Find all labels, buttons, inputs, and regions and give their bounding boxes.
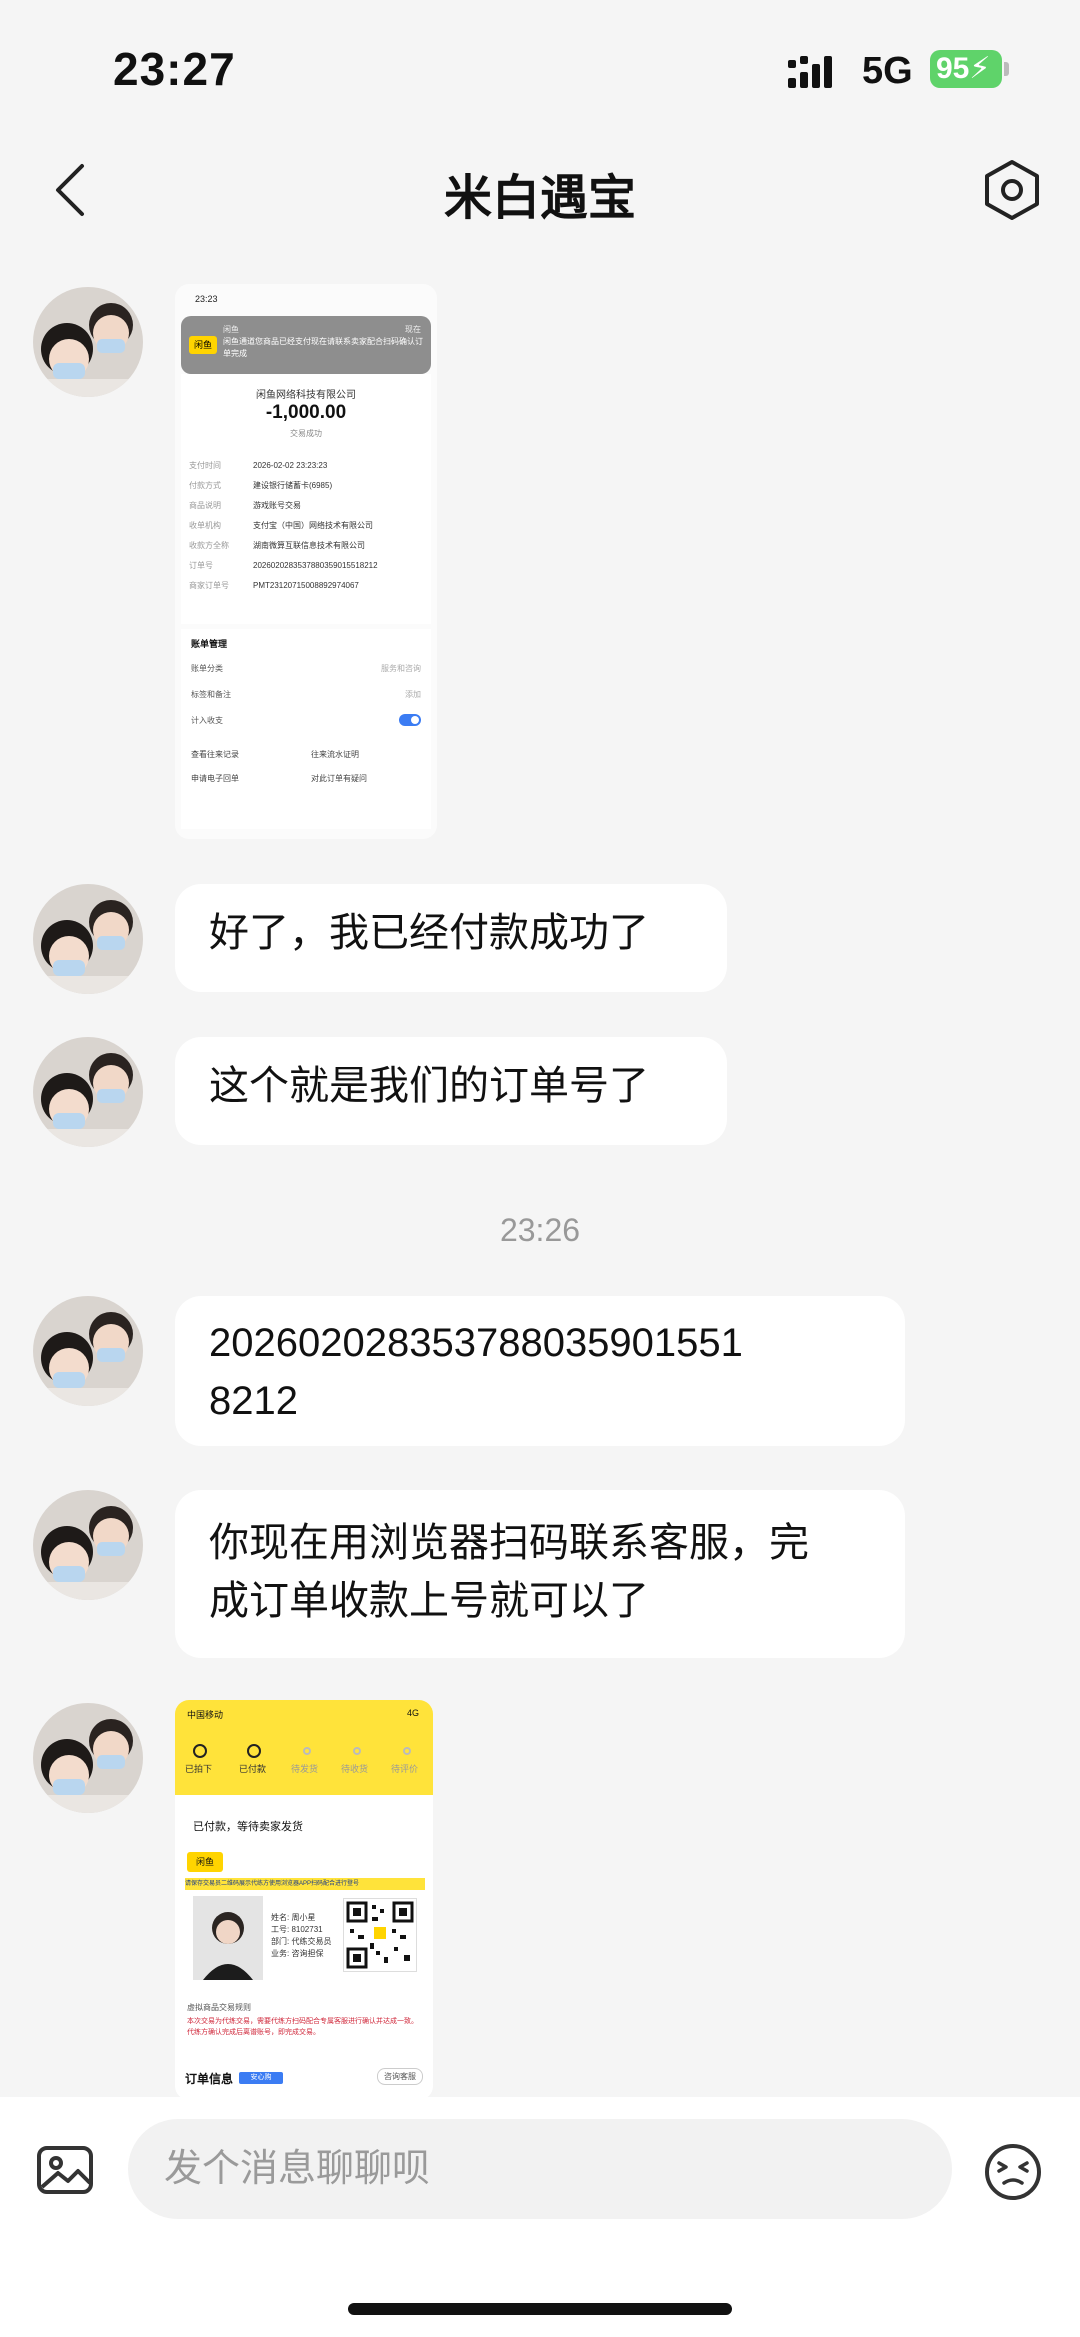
chat-header: 米白遇宝 [0,140,1080,240]
avatar-photo [33,884,143,994]
contact-avatar[interactable] [33,884,143,994]
receipt-row: 收单机构 支付宝（中国）网络技术有限公司 [189,521,373,530]
network-type: 5G [862,50,913,92]
bill-management-card: 账单管理 账单分类 服务和咨询 标签和备注 添加 计入收支 查看往来记录 往来流水证… [181,629,431,829]
qr-code-icon [343,1898,417,1972]
battery-indicator: 95⚡ [930,50,1002,88]
receipt-link: 往来流水证明 [311,750,359,759]
settings-hexagon-icon[interactable] [982,158,1042,222]
order-number-line: 8212 [209,1379,298,1423]
order-network: 4G [406,1708,419,1718]
avatar-photo [33,1037,143,1147]
message-bubble[interactable]: 你现在用浏览器扫码联系客服，完 成订单收款上号就可以了 [175,1490,905,1658]
contact-avatar[interactable] [33,287,143,397]
notification-time: 现在 [405,325,421,334]
notification-app: 闲鱼 [223,325,239,334]
cellular-signal-icon [788,56,832,88]
message-input[interactable] [128,2119,952,2219]
avatar-photo [33,1296,143,1406]
tags-row: 标签和备注 添加 [191,690,421,699]
receipt-row: 商家订单号 PMT23120715008892974067 [189,581,359,590]
image-picker-icon[interactable] [34,2139,96,2201]
toggle-switch [399,714,421,726]
step-dot-icon [353,1747,361,1755]
receipt-amount: -1,000.00 [265,402,347,423]
order-consult-button: 咨询客服 [377,2068,423,2085]
order-paid-status: 已付款，等待卖家发货 [181,1808,427,1846]
payment-receipt-image[interactable]: 23:23 闲鱼 闲鱼 现在 闲鱼通道您商品已经支付现在请联系卖家配合扫码确认订… [175,284,437,839]
agent-photo [193,1896,263,1980]
charging-icon: ⚡ [969,52,991,85]
order-yellow-header: 中国移动 4G 已拍下 已付款 待发货 待收货 待评价 [175,1700,433,1795]
step-dot-icon [303,1747,311,1755]
contact-avatar[interactable] [33,1703,143,1813]
contact-avatar[interactable] [33,1490,143,1600]
receipt-notification: 闲鱼 闲鱼 现在 闲鱼通道您商品已经支付现在请联系卖家配合扫码确认订单完成 [181,316,431,374]
receipt-link: 申请电子回单 [191,774,239,783]
step-check-icon [247,1744,261,1758]
receipt-rows: 支付时间 2026-02-02 23:23:23 付款方式 建设银行储蓄卡(6985… [189,456,429,596]
order-step: 待评价 [391,1764,419,1774]
xianyu-logo: 闲鱼 [189,336,217,354]
receipt-row: 订单号 2026020283537880359015518212 [189,561,378,570]
order-step: 待发货 [291,1764,319,1774]
contact-avatar[interactable] [33,1037,143,1147]
bill-management-title: 账单管理 [191,639,228,649]
rules-text: 本次交易为代练交易，需要代练方扫码配合专属客服进行确认并达成一致。代练方确认完成… [187,2018,418,2036]
receipt-link: 查看往来记录 [191,750,239,759]
status-time: 23:27 [113,43,236,95]
contact-avatar[interactable] [33,1296,143,1406]
message-timestamp: 23:26 [499,1212,581,1248]
order-carrier: 中国移动 [187,1710,224,1720]
battery-cap [1004,62,1009,76]
order-tag: 安心购 [239,2072,283,2084]
avatar-photo [33,1703,143,1813]
message-bubble[interactable]: 202602028353788035901551 8212 [175,1296,905,1446]
rules-title: 虚拟商品交易规则 [187,2003,251,2012]
avatar-photo [33,287,143,397]
order-info-title: 订单信息 [185,2072,234,2086]
chat-title: 米白遇宝 [443,172,636,225]
receipt-company: 闲鱼网络科技有限公司 [256,390,356,401]
agent-info: 姓名: 周小星 工号: 8102731 部门: 代练交易员 业务: 咨询担保 [271,1913,332,1958]
message-input-bar [0,2097,1080,2337]
message-line: 你现在用浏览器扫码联系客服，完 [209,1521,809,1565]
receipt-link: 对此订单有疑问 [311,774,367,783]
order-step: 待收货 [341,1764,369,1774]
receipt-row: 收款方全称 湖南微算互联信息技术有限公司 [189,541,365,550]
message-bubble[interactable]: 这个就是我们的订单号了 [175,1037,727,1145]
emoji-icon[interactable] [982,2141,1044,2203]
receipt-card: 闲鱼网络科技有限公司 -1,000.00 交易成功 支付时间 2026-02-02… [181,374,431,624]
message-line: 成订单收款上号就可以了 [209,1579,649,1623]
step-check-icon [193,1744,207,1758]
receipt-row: 商品说明 游戏账号交易 [189,501,301,510]
order-status-image[interactable]: 中国移动 4G 已拍下 已付款 待发货 待收货 待评价 已付款，等待卖家发货 闲… [175,1700,433,2100]
receipt-status-time: 23:23 [195,294,218,304]
home-indicator [348,2303,732,2315]
receipt-row: 支付时间 2026-02-02 23:23:23 [189,461,328,470]
step-dot-icon [403,1747,411,1755]
order-number-line: 202602028353788035901551 [209,1321,743,1365]
order-notice: 请保存交易员二维码展示代练方使用浏览器APP扫码配合进行登号 [185,1878,425,1890]
count-income-row: 计入收支 [191,714,421,726]
receipt-row: 付款方式 建设银行储蓄卡(6985) [189,481,333,490]
xianyu-logo: 闲鱼 [187,1852,223,1872]
notification-body: 闲鱼通道您商品已经支付现在请联系卖家配合扫码确认订单完成 [223,337,423,358]
order-step: 已拍下 [185,1764,213,1774]
receipt-status: 交易成功 [290,429,322,438]
battery-level: 95 [936,52,970,85]
status-bar: 23:27 5G 95⚡ [0,0,1080,140]
message-bubble[interactable]: 好了，我已经付款成功了 [175,884,727,992]
order-step: 已付款 [239,1764,267,1774]
bill-category-row: 账单分类 服务和咨询 [191,664,421,673]
avatar-photo [33,1490,143,1600]
